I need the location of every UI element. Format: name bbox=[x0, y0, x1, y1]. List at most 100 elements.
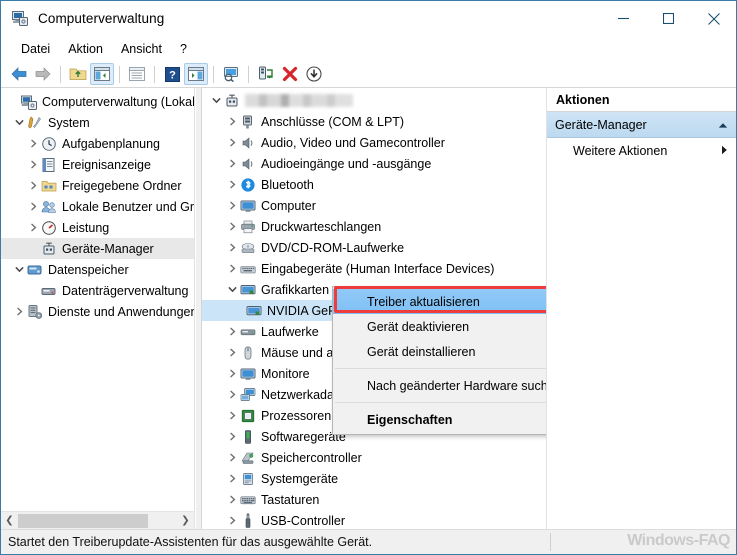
tree-item-system[interactable]: System bbox=[1, 112, 194, 133]
chevron-right-icon[interactable] bbox=[11, 307, 27, 316]
chevron-right-icon[interactable] bbox=[224, 138, 240, 147]
tree-item-label: Lokale Benutzer und Gru bbox=[62, 199, 194, 214]
tree-item-ereignisanzeige[interactable]: Ereignisanzeige bbox=[1, 154, 194, 175]
scroll-right-icon[interactable]: ❯ bbox=[177, 513, 194, 529]
context-menu-item-eigenschaften[interactable]: Eigenschaften bbox=[333, 407, 546, 432]
device-category-systemgeraete[interactable]: Systemgeräte bbox=[202, 468, 546, 489]
help-icon[interactable]: ? bbox=[160, 63, 184, 85]
device-context-menu[interactable]: Treiber aktualisieren Gerät deaktivieren… bbox=[332, 286, 546, 435]
chevron-right-icon[interactable] bbox=[224, 369, 240, 378]
up-chevron-icon[interactable] bbox=[718, 118, 728, 132]
tree-item-leistung[interactable]: Leistung bbox=[1, 217, 194, 238]
chevron-right-icon[interactable] bbox=[224, 264, 240, 273]
device-category-speichercontroller[interactable]: Speichercontroller bbox=[202, 447, 546, 468]
up-folder-icon[interactable] bbox=[66, 63, 90, 85]
tree-item-lokale-benutzer[interactable]: Lokale Benutzer und Gru bbox=[1, 196, 194, 217]
tree-item-computerverwaltung[interactable]: Computerverwaltung (Lokal) bbox=[1, 91, 194, 112]
console-tree[interactable]: Computerverwaltung (Lokal) System Aufgab… bbox=[1, 88, 194, 511]
scan-hardware-icon[interactable] bbox=[219, 63, 243, 85]
window-title: Computerverwaltung bbox=[38, 11, 165, 26]
device-category-audio-io[interactable]: Audioeingänge und -ausgänge bbox=[202, 153, 546, 174]
tools-icon bbox=[27, 115, 44, 131]
menu-aktion[interactable]: Aktion bbox=[59, 39, 112, 59]
chevron-right-icon[interactable] bbox=[224, 432, 240, 441]
device-category-tastaturen[interactable]: Tastaturen bbox=[202, 489, 546, 510]
chevron-right-icon[interactable] bbox=[25, 223, 41, 232]
chevron-right-icon[interactable] bbox=[25, 160, 41, 169]
context-menu-item-nach-geaenderter-hardware-suchen[interactable]: Nach geänderter Hardware suchen bbox=[333, 373, 546, 398]
update-driver-icon[interactable] bbox=[254, 63, 278, 85]
menu-ansicht[interactable]: Ansicht bbox=[112, 39, 171, 59]
console-tree-hscrollbar[interactable]: ❮ ❯ bbox=[1, 511, 194, 529]
context-menu-item-treiber-aktualisieren[interactable]: Treiber aktualisieren bbox=[333, 289, 546, 314]
chevron-down-icon[interactable] bbox=[11, 265, 27, 274]
chevron-right-icon[interactable] bbox=[224, 327, 240, 336]
chevron-down-icon[interactable] bbox=[208, 96, 224, 105]
tree-item-datentraegerverwaltung[interactable]: Datenträgerverwaltung bbox=[1, 280, 194, 301]
uninstall-device-icon[interactable] bbox=[278, 63, 302, 85]
tree-item-freigegebene-ordner[interactable]: Freigegebene Ordner bbox=[1, 175, 194, 196]
device-category-computer[interactable]: Computer bbox=[202, 195, 546, 216]
chevron-right-icon[interactable] bbox=[25, 202, 41, 211]
device-category-bluetooth[interactable]: Bluetooth bbox=[202, 174, 546, 195]
tree-item-label: Datenträgerverwaltung bbox=[62, 283, 189, 298]
menu-datei[interactable]: Datei bbox=[12, 39, 59, 59]
chevron-right-icon[interactable] bbox=[224, 516, 240, 525]
submenu-arrow-icon[interactable] bbox=[721, 144, 728, 158]
show-hide-action-pane-icon[interactable] bbox=[184, 63, 208, 85]
actions-item-weitere-aktionen[interactable]: Weitere Aktionen bbox=[547, 138, 736, 163]
close-button[interactable] bbox=[691, 1, 736, 36]
system-device-icon bbox=[240, 471, 257, 487]
minimize-button[interactable] bbox=[601, 1, 646, 36]
context-menu-item-geraet-deaktivieren[interactable]: Gerät deaktivieren bbox=[333, 314, 546, 339]
services-icon bbox=[27, 304, 44, 320]
chevron-down-icon[interactable] bbox=[224, 285, 240, 294]
hscroll-thumb[interactable] bbox=[18, 513, 148, 528]
chevron-right-icon[interactable] bbox=[224, 495, 240, 504]
mouse-icon bbox=[240, 345, 257, 361]
chevron-down-icon[interactable] bbox=[11, 118, 27, 127]
hscroll-track[interactable] bbox=[18, 512, 177, 529]
optical-drive-icon bbox=[240, 240, 257, 256]
chevron-right-icon[interactable] bbox=[224, 222, 240, 231]
disk-icon bbox=[41, 283, 58, 299]
actions-group-geraete-manager[interactable]: Geräte-Manager bbox=[547, 112, 736, 138]
chevron-right-icon[interactable] bbox=[25, 139, 41, 148]
tree-item-geraete-manager[interactable]: Geräte-Manager bbox=[1, 238, 194, 259]
maximize-button[interactable] bbox=[646, 1, 691, 36]
chevron-right-icon[interactable] bbox=[224, 411, 240, 420]
disable-device-icon[interactable] bbox=[302, 63, 326, 85]
chevron-right-icon[interactable] bbox=[224, 474, 240, 483]
chevron-right-icon[interactable] bbox=[224, 453, 240, 462]
forward-icon[interactable] bbox=[31, 63, 55, 85]
chevron-right-icon[interactable] bbox=[224, 201, 240, 210]
censored-computer-name bbox=[245, 94, 353, 107]
chevron-right-icon[interactable] bbox=[224, 390, 240, 399]
show-hide-console-tree-icon[interactable] bbox=[90, 63, 114, 85]
device-category-anschluesse[interactable]: Anschlüsse (COM & LPT) bbox=[202, 111, 546, 132]
device-category-audio-video[interactable]: Audio, Video und Gamecontroller bbox=[202, 132, 546, 153]
back-icon[interactable] bbox=[7, 63, 31, 85]
chevron-right-icon[interactable] bbox=[25, 181, 41, 190]
device-category-label: Monitore bbox=[261, 366, 310, 381]
chevron-right-icon[interactable] bbox=[224, 180, 240, 189]
chevron-right-icon[interactable] bbox=[224, 243, 240, 252]
device-tree-root[interactable] bbox=[202, 90, 546, 111]
menu-help[interactable]: ? bbox=[171, 39, 196, 59]
properties-icon[interactable] bbox=[125, 63, 149, 85]
speaker-icon bbox=[240, 135, 257, 151]
scroll-left-icon[interactable]: ❮ bbox=[1, 513, 18, 529]
tree-item-aufgabenplanung[interactable]: Aufgabenplanung bbox=[1, 133, 194, 154]
tree-item-label: Dienste und Anwendungen bbox=[48, 304, 194, 319]
chevron-right-icon[interactable] bbox=[224, 117, 240, 126]
device-category-druckwarteschlangen[interactable]: Druckwarteschlangen bbox=[202, 216, 546, 237]
pane-splitter-left[interactable] bbox=[195, 88, 202, 529]
context-menu-item-geraet-deinstallieren[interactable]: Gerät deinstallieren bbox=[333, 339, 546, 364]
chevron-right-icon[interactable] bbox=[224, 348, 240, 357]
device-category-eingabegeraete[interactable]: Eingabegeräte (Human Interface Devices) bbox=[202, 258, 546, 279]
device-category-dvd-cdrom[interactable]: DVD/CD-ROM-Laufwerke bbox=[202, 237, 546, 258]
chevron-right-icon[interactable] bbox=[224, 159, 240, 168]
tree-item-datenspeicher[interactable]: Datenspeicher bbox=[1, 259, 194, 280]
device-category-usb-controller[interactable]: USB-Controller bbox=[202, 510, 546, 529]
tree-item-dienste-anwendungen[interactable]: Dienste und Anwendungen bbox=[1, 301, 194, 322]
